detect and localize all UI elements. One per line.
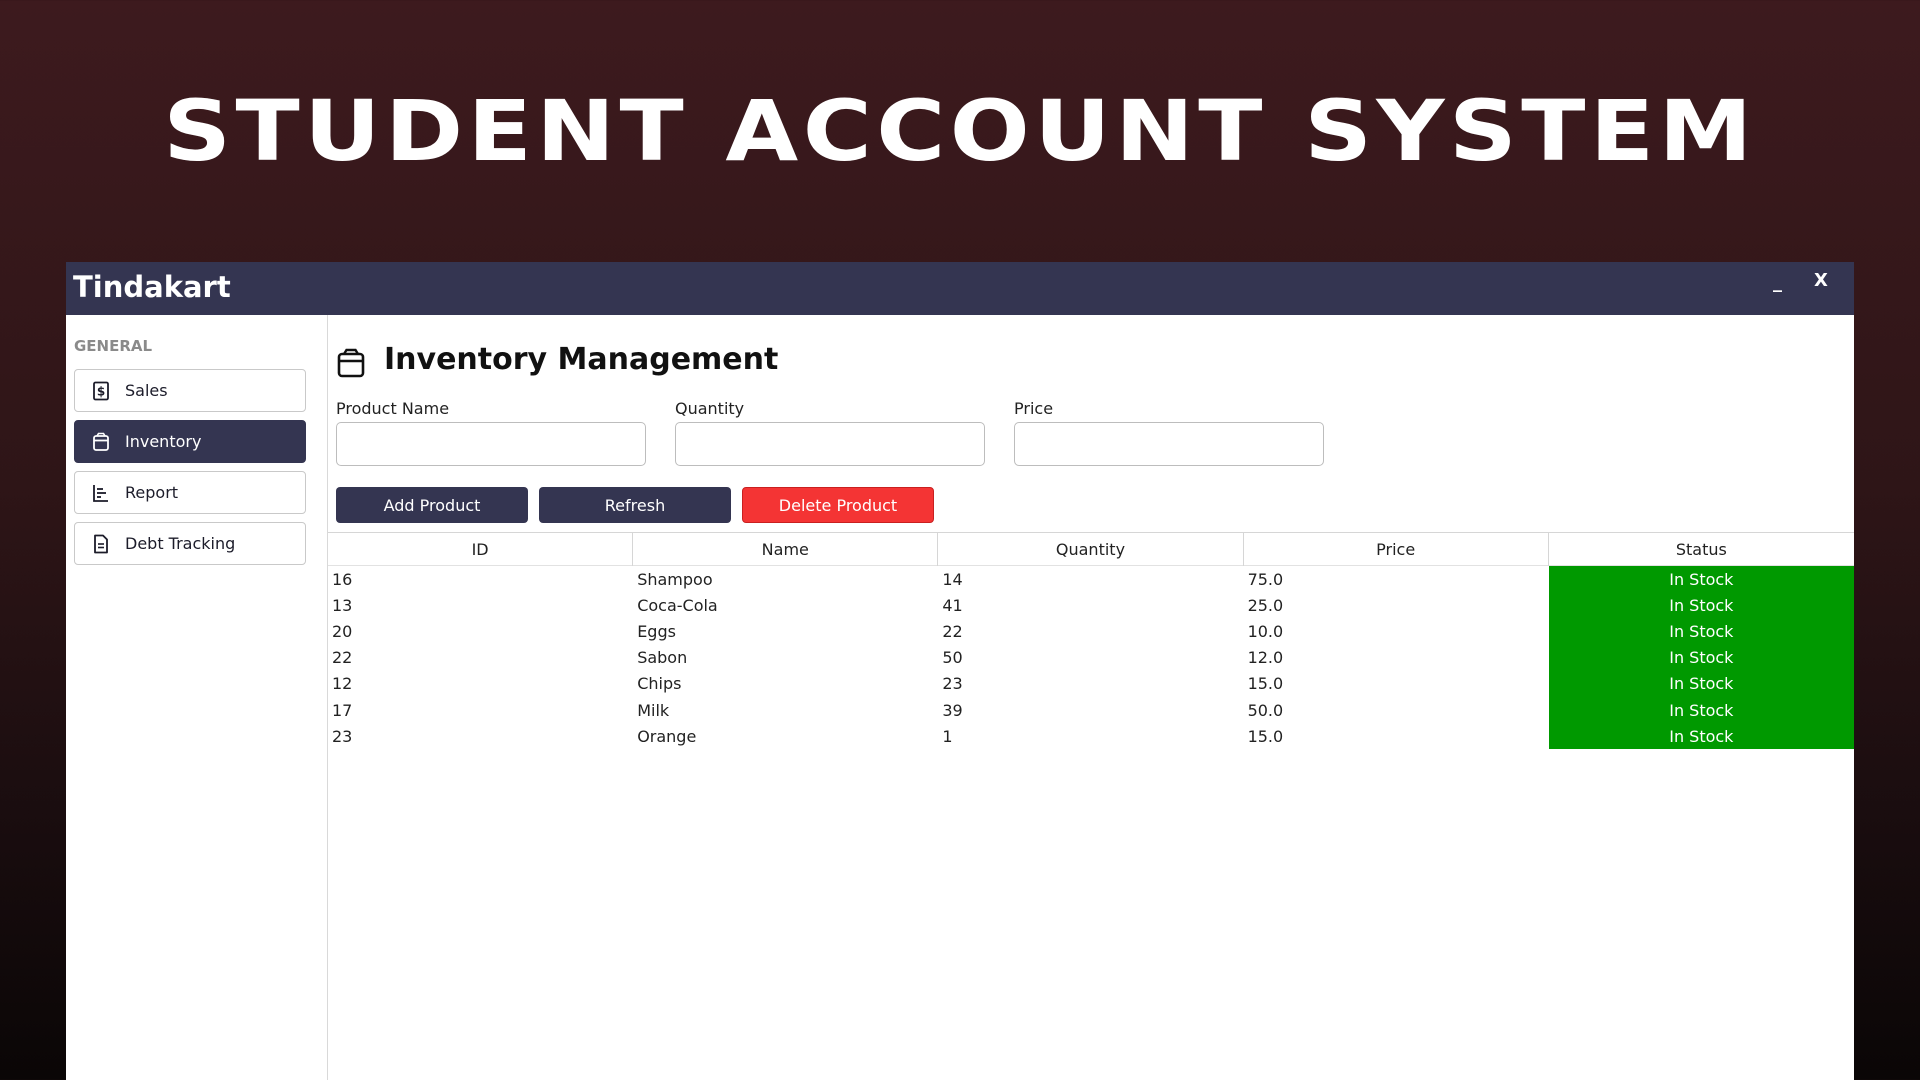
cell-price: 12.0 [1247,648,1284,668]
cell-price: 50.0 [1247,700,1284,720]
titlebar: Tindakart _ X [66,262,1854,315]
sidebar-item-label: Inventory [125,432,202,451]
cell-status: In Stock [1548,723,1854,750]
close-button[interactable]: X [1814,270,1828,291]
cell-status: In Stock [1548,592,1854,619]
cell-price: 75.0 [1247,569,1284,589]
app-window: Tindakart _ X GENERAL $ Sales Inventory … [66,262,1854,1080]
add-product-button[interactable]: Add Product [336,487,528,523]
cell-quantity: 23 [942,674,963,694]
cell-quantity: 1 [942,726,953,746]
svg-text:$: $ [97,384,105,398]
column-header-quantity[interactable]: Quantity [938,533,1244,566]
table-row[interactable]: 16 Shampoo 14 75.0 In Stock [328,566,1854,593]
column-header-id[interactable]: ID [328,533,634,566]
cell-price: 15.0 [1247,726,1284,746]
cell-id: 12 [332,674,353,694]
cell-id: 17 [332,700,353,720]
sidebar-section-label: GENERAL [74,337,153,355]
cell-status: In Stock [1548,696,1854,724]
cell-quantity: 50 [942,648,963,668]
table-row[interactable]: 23 Orange 1 15.0 In Stock [328,723,1854,750]
inventory-table[interactable]: ID Name Quantity Price Status 16 Shampoo… [328,532,1854,1080]
cell-id: 22 [332,648,353,668]
box-icon [336,348,366,378]
table-row[interactable]: 22 Sabon 50 12.0 In Stock [328,644,1854,671]
column-header-price[interactable]: Price [1244,533,1549,566]
app-title: Tindakart [73,270,231,304]
box-icon [91,432,111,452]
cell-price: 15.0 [1247,674,1284,694]
column-header-status[interactable]: Status [1549,533,1854,566]
delete-product-button[interactable]: Delete Product [742,487,934,523]
cell-status: In Stock [1548,618,1854,645]
column-header-name[interactable]: Name [633,533,939,566]
table-body: 16 Shampoo 14 75.0 In Stock 13 Coca-Cola… [328,566,1854,750]
page-title: Inventory Management [384,342,779,377]
table-header: ID Name Quantity Price Status [328,533,1854,566]
cell-name: Orange [637,726,697,746]
dollar-icon: $ [91,381,111,401]
cell-status: In Stock [1548,670,1854,697]
sidebar-item-report[interactable]: Report [74,471,306,514]
minimize-button[interactable]: _ [1773,272,1782,293]
chart-icon [91,483,111,503]
cell-quantity: 39 [942,700,963,720]
sidebar-item-sales[interactable]: $ Sales [74,369,306,412]
quantity-label: Quantity [675,399,745,418]
cell-status: In Stock [1548,644,1854,671]
cell-quantity: 14 [942,569,963,589]
product-name-input[interactable] [336,422,646,466]
sidebar-item-label: Sales [125,381,168,400]
cell-id: 23 [332,726,353,746]
cell-price: 10.0 [1247,621,1284,641]
table-row[interactable]: 12 Chips 23 15.0 In Stock [328,670,1854,697]
quantity-input[interactable] [675,422,985,466]
table-row[interactable]: 13 Coca-Cola 41 25.0 In Stock [328,592,1854,619]
cell-name: Milk [637,700,670,720]
sidebar: GENERAL $ Sales Inventory Report Debt Tr… [66,315,328,1080]
price-label: Price [1014,399,1054,418]
cell-status: In Stock [1548,566,1854,593]
cell-quantity: 22 [942,621,963,641]
refresh-button[interactable]: Refresh [539,487,731,523]
product-name-label: Product Name [336,399,450,418]
cell-id: 20 [332,621,353,641]
cell-name: Chips [637,674,682,694]
cell-price: 25.0 [1247,595,1284,615]
document-icon [91,534,111,554]
table-row[interactable]: 20 Eggs 22 10.0 In Stock [328,618,1854,645]
cell-name: Shampoo [637,569,713,589]
sidebar-item-label: Debt Tracking [125,534,236,553]
cell-name: Sabon [637,648,688,668]
cell-id: 16 [332,569,353,589]
sidebar-item-label: Report [125,483,179,502]
cell-quantity: 41 [942,595,963,615]
sidebar-item-inventory[interactable]: Inventory [74,420,306,463]
cell-name: Coca-Cola [637,595,718,615]
cell-id: 13 [332,595,353,615]
price-input[interactable] [1014,422,1324,466]
banner-title: STUDENT ACCOUNT SYSTEM [163,82,1757,180]
table-row[interactable]: 17 Milk 39 50.0 In Stock [328,696,1854,724]
sidebar-item-debt-tracking[interactable]: Debt Tracking [74,522,306,565]
cell-name: Eggs [637,621,676,641]
